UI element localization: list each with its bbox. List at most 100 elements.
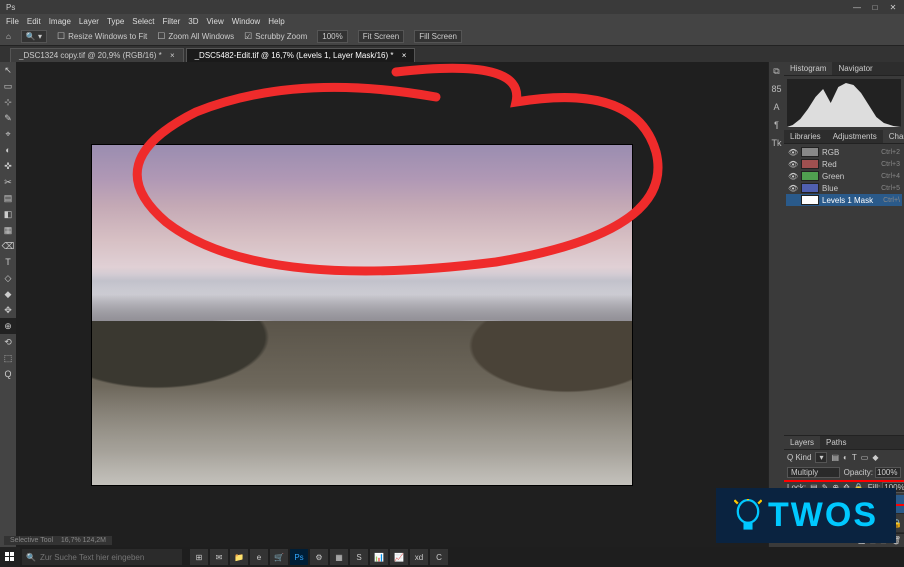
taskbar-app[interactable]: 📊 — [370, 549, 388, 565]
tool-pen[interactable]: ◇ — [0, 270, 16, 286]
taskbar-app[interactable]: ▦ — [330, 549, 348, 565]
visibility-icon[interactable]: 👁 — [788, 160, 798, 169]
tool-quickmask[interactable]: Q — [0, 366, 16, 382]
taskbar-app[interactable]: C — [430, 549, 448, 565]
menu-edit[interactable]: Edit — [27, 17, 41, 26]
tab-adjustments[interactable]: Adjustments — [827, 130, 883, 143]
taskbar-app[interactable]: ⚙ — [310, 549, 328, 565]
visibility-icon[interactable]: 👁 — [788, 184, 798, 193]
channel-row[interactable]: 👁 RGB Ctrl+2 — [786, 146, 902, 158]
filter-shape-icon[interactable]: ▭ — [861, 453, 869, 462]
taskbar-search[interactable]: 🔍 — [22, 549, 182, 565]
window-titlebar: Ps — □ ✕ — [0, 0, 904, 14]
tool-brush[interactable]: ✂ — [0, 174, 16, 190]
channel-row-mask[interactable]: Levels 1 Mask Ctrl+\ — [786, 194, 902, 206]
search-input[interactable] — [40, 553, 178, 562]
tool-wand[interactable]: ✎ — [0, 110, 16, 126]
menu-type[interactable]: Type — [107, 17, 124, 26]
histogram — [787, 79, 901, 127]
zoom-tool-dropdown[interactable]: 🔍 ▾ — [21, 30, 47, 43]
tab-navigator[interactable]: Navigator — [832, 62, 878, 75]
taskbar-app[interactable]: ✉ — [210, 549, 228, 565]
menu-filter[interactable]: Filter — [163, 17, 181, 26]
fill-screen-button[interactable]: Fill Screen — [414, 30, 462, 43]
close-tab-icon[interactable]: × — [170, 51, 175, 60]
menu-view[interactable]: View — [207, 17, 224, 26]
close-tab-icon[interactable]: × — [402, 51, 407, 60]
tool-crop[interactable]: ⌖ — [0, 126, 16, 142]
taskbar-app[interactable]: 📈 — [390, 549, 408, 565]
channel-row[interactable]: 👁 Blue Ctrl+5 — [786, 182, 902, 194]
zoom-100-button[interactable]: 100% — [317, 30, 347, 43]
blend-mode-dropdown[interactable]: Multiply — [787, 467, 840, 478]
tool-history-brush[interactable]: ◧ — [0, 206, 16, 222]
close-button[interactable]: ✕ — [888, 3, 898, 12]
panel-icon[interactable]: 85 — [771, 84, 783, 96]
filter-adjust-icon[interactable]: ◐ — [843, 453, 848, 462]
channel-row[interactable]: 👁 Green Ctrl+4 — [786, 170, 902, 182]
opacity-input[interactable] — [875, 467, 901, 478]
tab-paths[interactable]: Paths — [820, 436, 852, 449]
menu-window[interactable]: Window — [232, 17, 260, 26]
tool-move[interactable]: ↖ — [0, 62, 16, 78]
channel-row[interactable]: 👁 Red Ctrl+3 — [786, 158, 902, 170]
taskbar-app[interactable]: S — [350, 549, 368, 565]
zoom-all-checkbox[interactable]: Zoom All Windows — [157, 31, 234, 42]
taskbar-app[interactable]: ⊞ — [190, 549, 208, 565]
filter-smart-icon[interactable]: ◆ — [872, 453, 878, 462]
panel-icon[interactable]: ⧉ — [771, 66, 783, 78]
taskbar-app[interactable]: Ps — [290, 549, 308, 565]
kind-dropdown[interactable]: ▾ — [815, 452, 827, 463]
menu-layer[interactable]: Layer — [79, 17, 99, 26]
menu-image[interactable]: Image — [49, 17, 71, 26]
scrubby-zoom-checkbox[interactable]: Scrubby Zoom — [244, 31, 307, 42]
tool-edit-toolbar[interactable]: ⬚ — [0, 350, 16, 366]
tool-marquee[interactable]: ▭ — [0, 78, 16, 94]
tool-shape[interactable]: ◆ — [0, 286, 16, 302]
tab-libraries[interactable]: Libraries — [784, 130, 827, 143]
document-tab[interactable]: _DSC1324 copy.tif @ 20,9% (RGB/16) * × — [10, 48, 184, 62]
panel-icon[interactable]: A — [771, 102, 783, 114]
filter-pixels-icon[interactable]: ▤ — [831, 453, 839, 462]
tool-heal[interactable]: ✜ — [0, 158, 16, 174]
menu-file[interactable]: File — [6, 17, 19, 26]
menu-help[interactable]: Help — [268, 17, 284, 26]
taskbar-app[interactable]: 📁 — [230, 549, 248, 565]
menu-3d[interactable]: 3D — [188, 17, 198, 26]
channels-list: 👁 RGB Ctrl+2 👁 Red Ctrl+3 👁 Green Ctrl+4… — [784, 144, 904, 208]
panel-icon[interactable]: ¶ — [771, 120, 783, 132]
tool-hand[interactable]: ✥ — [0, 302, 16, 318]
collapsed-panels: ⧉ 85 A ¶ Tk — [768, 62, 784, 547]
tab-label: _DSC1324 copy.tif @ 20,9% (RGB/16) * — [19, 51, 162, 60]
tab-channels[interactable]: Channels — [883, 130, 904, 143]
taskbar-app[interactable]: e — [250, 549, 268, 565]
tool-stamp[interactable]: ▤ — [0, 190, 16, 206]
tool-rotate[interactable]: ⟲ — [0, 334, 16, 350]
minimize-button[interactable]: — — [852, 3, 862, 12]
taskbar-app[interactable]: xd — [410, 549, 428, 565]
canvas[interactable] — [16, 62, 768, 547]
visibility-icon[interactable]: 👁 — [788, 148, 798, 157]
tab-histogram[interactable]: Histogram — [784, 62, 832, 75]
panel-icon[interactable]: Tk — [771, 138, 783, 150]
tool-zoom[interactable]: ⊕ — [0, 318, 16, 334]
document-tab[interactable]: _DSC5482-Edit.tif @ 16,7% (Levels 1, Lay… — [186, 48, 416, 62]
tool-gradient[interactable]: ⌫ — [0, 238, 16, 254]
channel-label: RGB — [822, 148, 878, 157]
home-icon[interactable]: ⌂ — [6, 32, 11, 41]
visibility-icon[interactable]: 👁 — [788, 172, 798, 181]
tool-eyedropper[interactable]: ◐ — [0, 142, 16, 158]
tool-eraser[interactable]: ▦ — [0, 222, 16, 238]
annotation-underline — [784, 480, 904, 482]
tool-type[interactable]: T — [0, 254, 16, 270]
filter-type-icon[interactable]: T — [852, 453, 857, 462]
channel-label: Levels 1 Mask — [822, 196, 880, 205]
tool-lasso[interactable]: ⊹ — [0, 94, 16, 110]
resize-windows-checkbox[interactable]: Resize Windows to Fit — [57, 31, 147, 42]
start-button[interactable] — [0, 547, 20, 567]
menu-select[interactable]: Select — [132, 17, 154, 26]
tab-layers[interactable]: Layers — [784, 436, 820, 449]
maximize-button[interactable]: □ — [870, 3, 880, 12]
fit-screen-button[interactable]: Fit Screen — [358, 30, 404, 43]
taskbar-app[interactable]: 🛒 — [270, 549, 288, 565]
